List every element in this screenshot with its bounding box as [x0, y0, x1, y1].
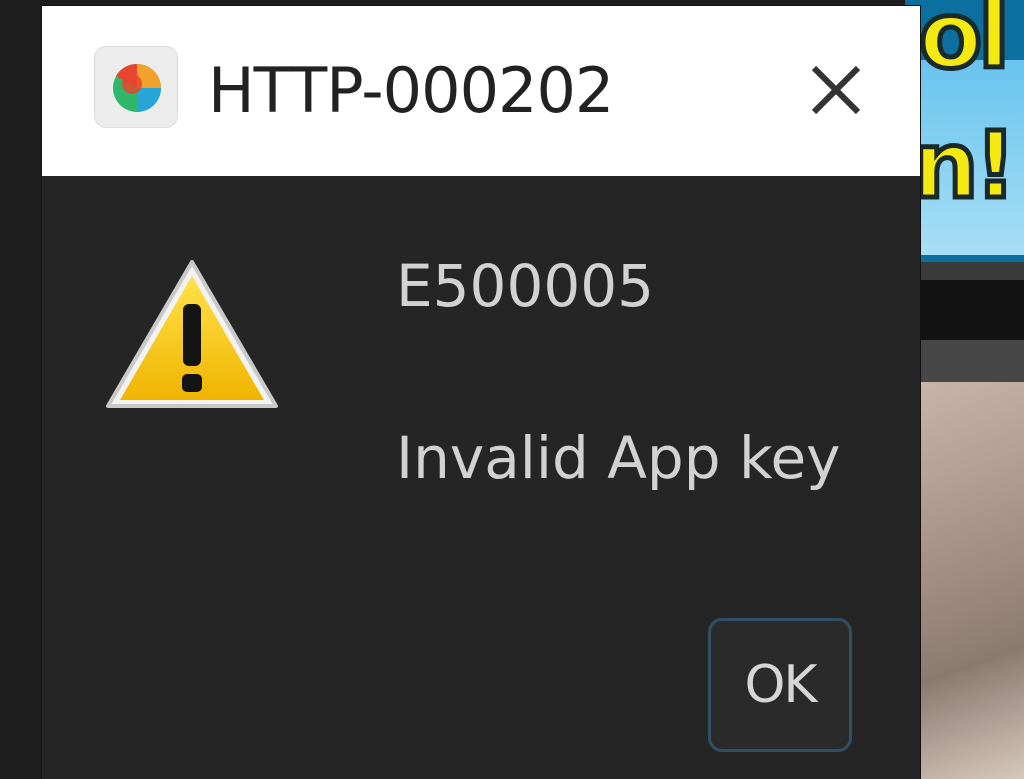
background-strip	[905, 340, 1024, 382]
ok-button[interactable]: OK	[708, 618, 852, 752]
dialog-titlebar: HTTP-000202	[42, 6, 920, 176]
dialog-title: HTTP-000202	[208, 54, 614, 127]
close-icon	[811, 65, 861, 115]
background-strip	[905, 280, 1024, 340]
close-button[interactable]	[788, 42, 884, 138]
error-message: Invalid App key	[396, 424, 841, 492]
error-dialog: HTTP-000202 E500005 Invalid App key OK	[42, 6, 920, 779]
warning-icon	[102, 256, 282, 420]
background-banner-image: ol n!	[905, 0, 1024, 262]
background-left-panel	[0, 0, 40, 779]
background-photo-image	[905, 382, 1024, 779]
error-code: E500005	[396, 252, 655, 320]
app-logo-icon	[94, 46, 178, 128]
background-strip	[905, 262, 1024, 280]
